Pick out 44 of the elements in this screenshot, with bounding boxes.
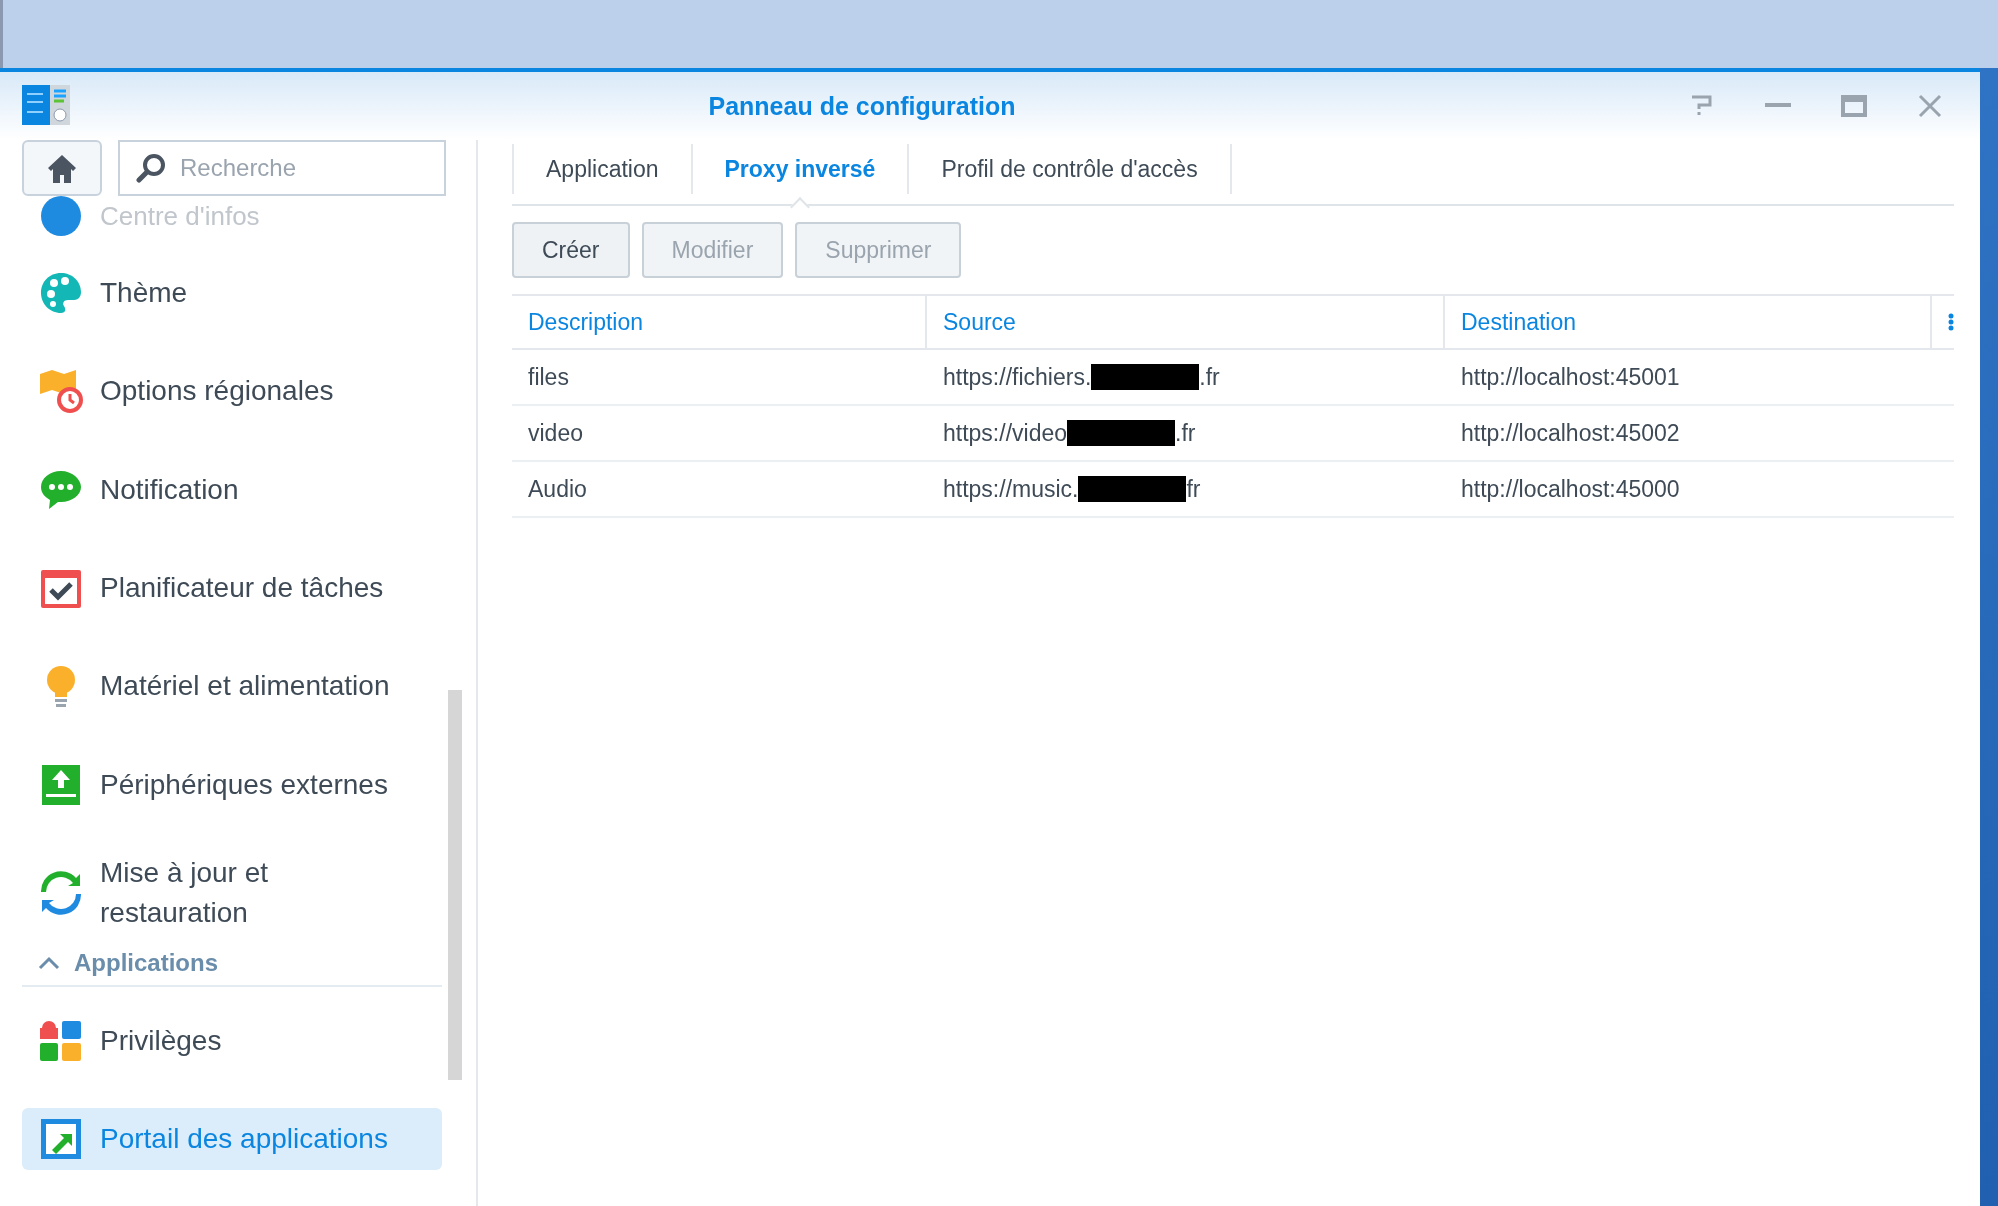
more-options-icon[interactable] <box>1948 313 1954 331</box>
table-cell: .fr <box>1175 419 1196 447</box>
home-icon <box>46 153 78 183</box>
sidebar-item[interactable]: Privilèges <box>22 1009 442 1072</box>
tab[interactable]: Proxy inversé <box>692 144 910 194</box>
window-title: Panneau de configuration <box>707 91 1017 121</box>
table-cell: https://video <box>943 419 1068 447</box>
close-icon <box>1918 94 1942 118</box>
table-cell: http://localhost:45000 <box>1445 462 1932 518</box>
table-cell: files <box>512 350 927 406</box>
table-cell: https://fichiers. <box>943 363 1092 391</box>
map-clock-icon <box>38 368 84 415</box>
sidebar-item[interactable]: Planificateur de tâches <box>22 556 442 620</box>
sidebar-item[interactable]: Options régionales <box>22 360 442 423</box>
minimize-icon <box>1765 103 1791 109</box>
table-cell: video <box>512 406 927 462</box>
table-cell: http://localhost:45001 <box>1445 350 1932 406</box>
tab[interactable]: Profil de contrôle d'accès <box>909 144 1232 194</box>
column-header[interactable]: Source <box>927 296 1445 350</box>
help-icon <box>1690 95 1714 117</box>
table-cell: https://music. <box>943 475 1079 503</box>
control-panel-icon <box>22 85 72 127</box>
column-header[interactable]: Description <box>512 296 927 350</box>
info-icon <box>38 193 84 239</box>
sidebar-item[interactable]: Matériel et alimentation <box>22 655 442 718</box>
section-label: Applications <box>74 949 218 978</box>
toolbar-button[interactable]: Créer <box>512 222 630 278</box>
table-cell: fr <box>1186 475 1201 503</box>
home-button[interactable] <box>22 140 102 196</box>
sidebar-item[interactable]: Périphériques externes <box>22 753 442 816</box>
chevron-up-icon <box>38 956 60 971</box>
tab[interactable]: Application <box>512 144 693 194</box>
sidebar-item[interactable]: Notification <box>22 458 442 521</box>
table-cell: http://localhost:45002 <box>1445 406 1932 462</box>
table-cell: Audio <box>512 462 927 518</box>
column-header[interactable]: Destination <box>1445 296 1932 350</box>
table-cell: .fr <box>1199 363 1220 391</box>
sidebar-item[interactable]: Mise à jour et restauration <box>22 851 442 934</box>
maximize-icon <box>1841 95 1867 117</box>
sidebar-item[interactable]: Thème <box>22 262 442 325</box>
scrollbar[interactable] <box>448 690 462 1080</box>
sync-arrows-icon <box>38 869 84 916</box>
search-field[interactable]: Recherche <box>118 140 446 196</box>
search-icon <box>136 153 166 183</box>
